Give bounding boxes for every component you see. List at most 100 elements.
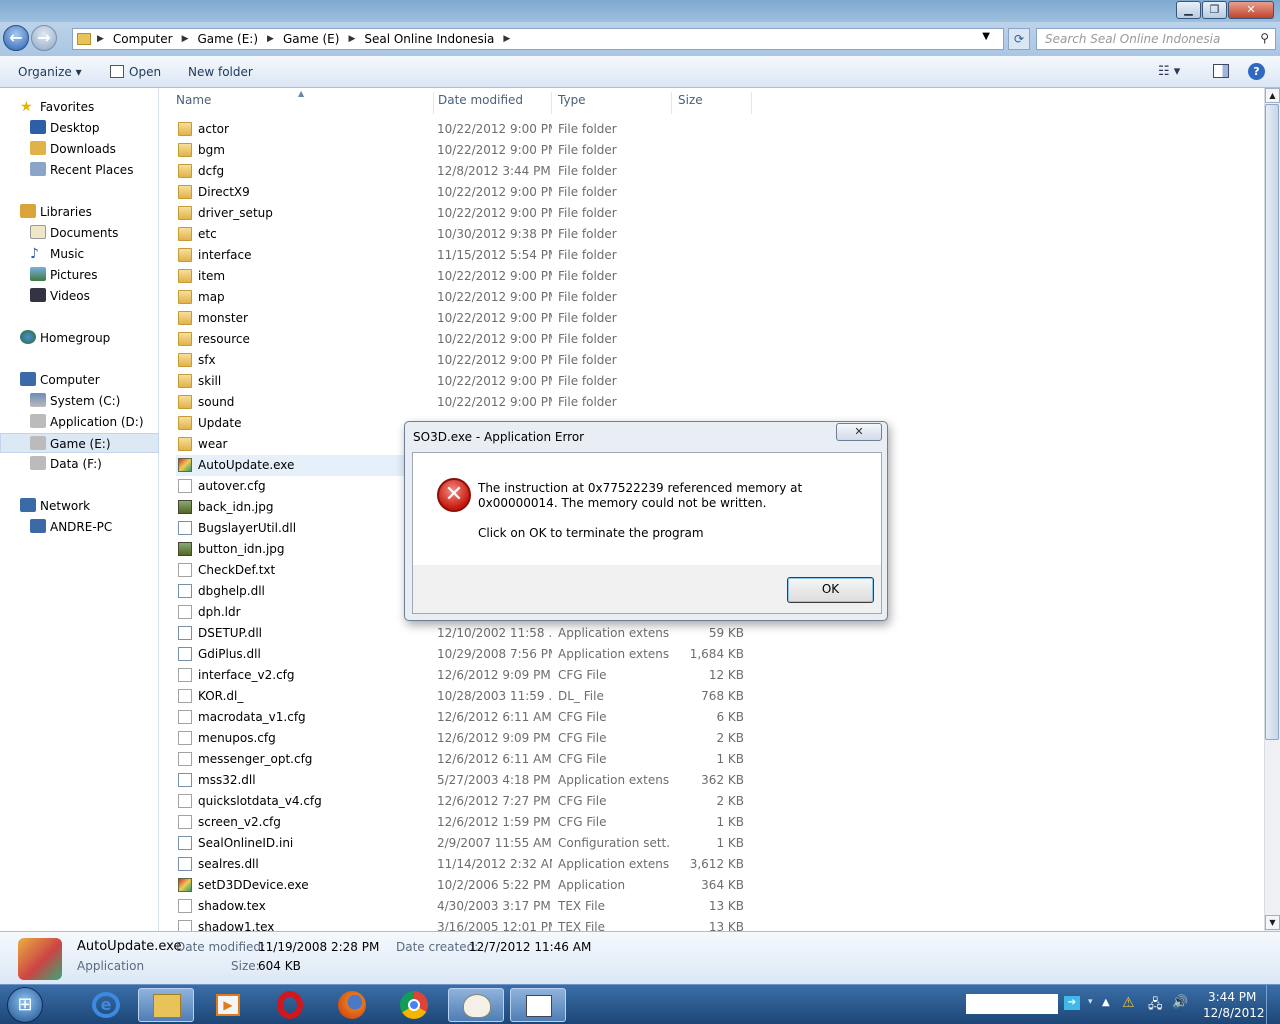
taskbar-chrome[interactable] [386,988,442,1022]
table-row[interactable]: interface_v2.cfg 12/6/2012 9:09 PM CFG Fil… [176,665,766,686]
table-row[interactable]: monster 10/22/2012 9:00 PM File folder [176,308,766,329]
ok-button[interactable]: OK [787,577,874,603]
nav-recent-places[interactable]: Recent Places [0,160,159,180]
table-row[interactable]: interface 11/15/2012 5:54 PM File folder [176,245,766,266]
preview-pane-icon[interactable] [1213,64,1229,78]
breadcrumb-separator-icon[interactable]: ▶ [503,34,510,44]
breadcrumb-computer[interactable]: Computer [113,32,173,46]
nav-homegroup[interactable]: Homegroup [0,328,159,348]
search-input[interactable]: Search Seal Online Indonesia ⚲ [1036,28,1276,50]
taskbar-internet-explorer[interactable]: e [78,988,134,1022]
taskbar-paint[interactable] [448,988,504,1022]
breadcrumb-seal-online[interactable]: Seal Online Indonesia [364,32,494,46]
table-row[interactable]: etc 10/30/2012 9:38 PM File folder [176,224,766,245]
table-row[interactable]: sound 10/22/2012 9:00 PM File folder [176,392,766,413]
nav-network[interactable]: Network [0,496,159,516]
forward-button[interactable]: → [31,25,57,51]
volume-icon[interactable]: 🔊 [1172,995,1188,1010]
back-button[interactable]: ← [3,25,29,51]
nav-system-drive[interactable]: System (C:) [0,391,159,411]
nav-desktop[interactable]: Desktop [0,118,159,138]
show-desktop-button[interactable] [1266,985,1280,1024]
table-row[interactable]: mss32.dll 5/27/2003 4:18 PM Application ex… [176,770,766,791]
taskbar-opera[interactable] [262,988,318,1022]
table-row[interactable]: messenger_opt.cfg 12/6/2012 6:11 AM CFG Fi… [176,749,766,770]
table-row[interactable]: quickslotdata_v4.cfg 12/6/2012 7:27 PM CFG… [176,791,766,812]
taskbar-media-player[interactable]: ▶ [200,988,256,1022]
nav-music[interactable]: ♪ Music [0,244,159,264]
nav-application-drive[interactable]: Application (D:) [0,412,159,432]
column-header-size[interactable]: Size [674,92,752,114]
nav-data-drive[interactable]: Data (F:) [0,454,159,474]
table-row[interactable]: shadow.tex 4/30/2003 3:17 PM TEX File 13 KB [176,896,766,917]
taskbar-windows-explorer[interactable] [138,988,194,1022]
column-header-type[interactable]: Type [554,92,672,114]
nav-videos[interactable]: Videos [0,286,159,306]
column-header-name[interactable]: Name ▲ [172,89,434,114]
table-row[interactable]: macrodata_v1.cfg 12/6/2012 6:11 AM CFG Fil… [176,707,766,728]
nav-favorites[interactable]: ★ Favorites [0,97,159,117]
table-row[interactable]: SealOnlineID.ini 2/9/2007 11:55 AM Configu… [176,833,766,854]
show-hidden-icons[interactable]: ▲ [1102,997,1110,1008]
toolbar-widget[interactable] [966,994,1058,1014]
scroll-up-icon[interactable]: ▲ [1265,88,1280,103]
view-options-icon[interactable]: ☷ ▾ [1158,64,1180,79]
nav-documents[interactable]: Documents [0,223,159,243]
maximize-button[interactable]: ❐ [1202,1,1227,19]
refresh-icon[interactable]: ⟳ [1008,28,1030,50]
open-button[interactable]: Open [129,65,161,79]
table-row[interactable]: resource 10/22/2012 9:00 PM File folder [176,329,766,350]
scroll-down-icon[interactable]: ▼ [1265,915,1280,930]
nav-downloads[interactable]: Downloads [0,139,159,159]
table-row[interactable]: GdiPlus.dll 10/29/2008 7:56 PM Application… [176,644,766,665]
start-button[interactable]: ⊞ [7,987,43,1023]
table-row[interactable]: KOR.dl_ 10/28/2003 11:59 ... DL_ File 768 K… [176,686,766,707]
nav-andre-pc[interactable]: ANDRE-PC [0,517,159,537]
breadcrumb-game-drive[interactable]: Game (E:) [198,32,259,46]
clock-time[interactable]: 3:44 PM [1208,990,1256,1004]
taskbar-error-window[interactable] [510,988,566,1022]
tray-arrow-icon[interactable]: ▾ [1088,997,1093,1007]
forward-arrow-icon[interactable]: ➔ [1064,996,1080,1010]
breadcrumb-separator-icon[interactable]: ▶ [182,34,189,44]
clock-date[interactable]: 12/8/2012 [1203,1006,1265,1020]
table-row[interactable]: DSETUP.dll 12/10/2002 11:58 ... Applicatio… [176,623,766,644]
breadcrumb-game-folder[interactable]: Game (E) [283,32,339,46]
file-size: 362 KB [701,773,744,787]
table-row[interactable]: sfx 10/22/2012 9:00 PM File folder [176,350,766,371]
breadcrumb-separator-icon[interactable]: ▶ [267,34,274,44]
table-row[interactable]: driver_setup 10/22/2012 9:00 PM File folde… [176,203,766,224]
table-row[interactable]: skill 10/22/2012 9:00 PM File folder [176,371,766,392]
close-window-button[interactable]: ✕ [1228,1,1274,19]
network-tray-icon[interactable]: 🖧 [1148,995,1163,1017]
table-row[interactable]: sealres.dll 11/14/2012 2:32 AM Application… [176,854,766,875]
breadcrumb-separator-icon[interactable]: ▶ [348,34,355,44]
table-row[interactable]: actor 10/22/2012 9:00 PM File folder [176,119,766,140]
new-folder-button[interactable]: New folder [188,65,253,79]
table-row[interactable]: bgm 10/22/2012 9:00 PM File folder [176,140,766,161]
nav-pictures[interactable]: Pictures [0,265,159,285]
table-row[interactable]: dcfg 12/8/2012 3:44 PM File folder [176,161,766,182]
search-icon[interactable]: ⚲ [1260,31,1269,45]
nav-libraries[interactable]: Libraries [0,202,159,222]
nav-computer[interactable]: Computer [0,370,159,390]
breadcrumb-separator-icon[interactable]: ▶ [97,34,104,44]
table-row[interactable]: DirectX9 10/22/2012 9:00 PM File folder [176,182,766,203]
column-header-date[interactable]: Date modified [434,92,552,114]
paint-icon [463,994,491,1018]
nav-game-drive[interactable]: Game (E:) [0,433,159,453]
table-row[interactable]: screen_v2.cfg 12/6/2012 1:59 PM CFG File 1 … [176,812,766,833]
table-row[interactable]: item 10/22/2012 9:00 PM File folder [176,266,766,287]
organize-button[interactable]: Organize ▾ [18,65,82,79]
warning-icon[interactable]: ⚠ [1122,995,1135,1011]
scrollbar-thumb[interactable] [1265,104,1279,740]
table-row[interactable]: menupos.cfg 12/6/2012 9:09 PM CFG File 2 KB [176,728,766,749]
address-bar[interactable]: ▶ Computer ▶ Game (E:) ▶ Game (E) ▶ Seal… [72,28,1004,50]
help-icon[interactable]: ? [1248,63,1265,80]
table-row[interactable]: map 10/22/2012 9:00 PM File folder [176,287,766,308]
taskbar-firefox[interactable] [324,988,380,1022]
dialog-close-button[interactable]: ✕ [836,423,882,441]
table-row[interactable]: setD3DDevice.exe 10/2/2006 5:22 PM Applica… [176,875,766,896]
minimize-button[interactable]: ▁ [1176,1,1201,19]
address-dropdown-icon[interactable]: ▼ [982,31,990,42]
